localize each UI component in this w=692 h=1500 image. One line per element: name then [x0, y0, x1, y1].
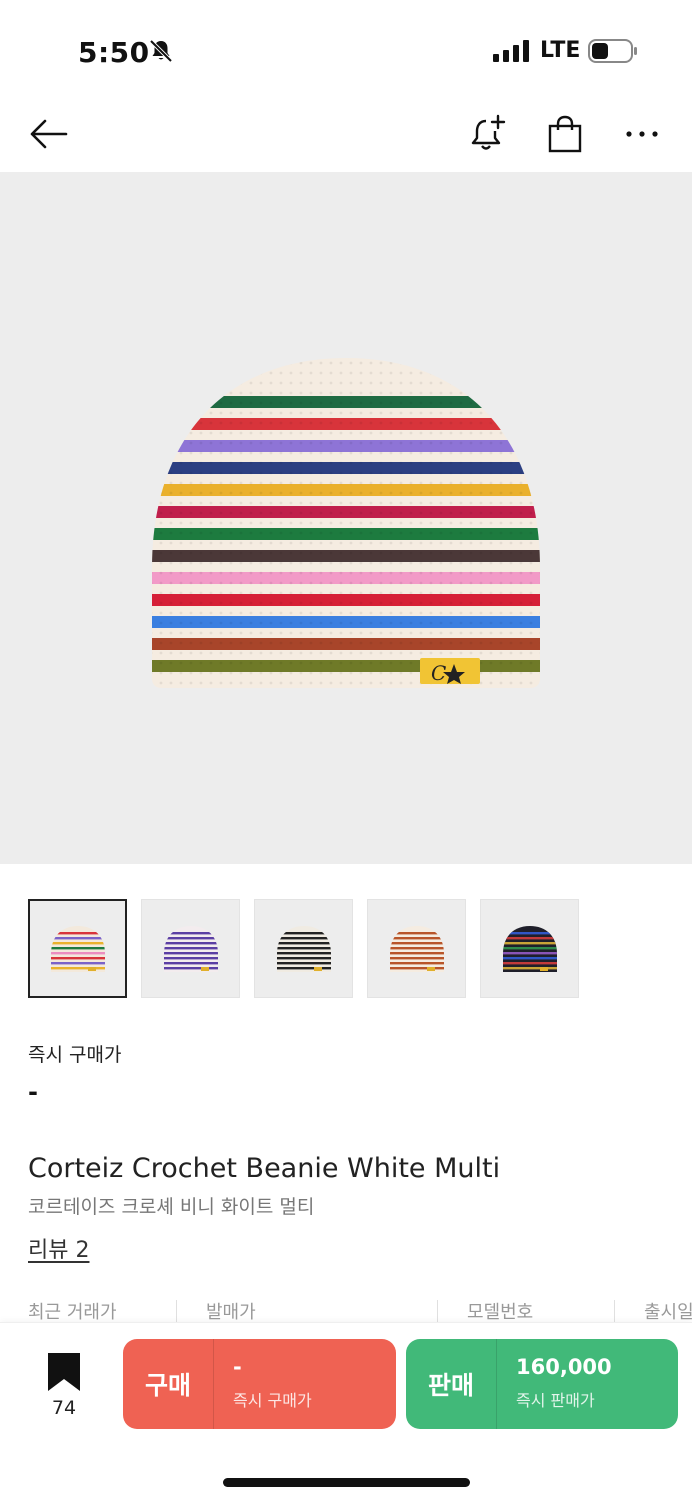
- product-image[interactable]: C: [0, 172, 692, 864]
- buy-button[interactable]: 구매 - 즉시 구매가: [123, 1339, 396, 1429]
- thumbnail-black-white[interactable]: [254, 899, 353, 998]
- sell-button-divider: [496, 1339, 497, 1429]
- buy-button-label: 구매: [144, 1371, 191, 1400]
- buy-button-price: -: [233, 1355, 242, 1379]
- top-nav: [0, 100, 692, 172]
- signal-icon: [493, 40, 529, 62]
- wishlist-button[interactable]: 74: [44, 1353, 84, 1419]
- battery-icon: [588, 39, 638, 63]
- thumbnail-image: [50, 925, 105, 972]
- status-bar: 5:50 LTE: [0, 0, 692, 100]
- bell-off-icon: [148, 38, 174, 64]
- thumbnail-white-brown[interactable]: [367, 899, 466, 998]
- sell-button-sub: 즉시 판매가: [516, 1391, 595, 1410]
- buy-now-price: -: [28, 1078, 38, 1106]
- home-indicator: [223, 1478, 470, 1487]
- product-subtitle: 코르테이즈 크로셰 비니 화이트 멀티: [28, 1196, 315, 1218]
- thumbnail-image: [163, 925, 218, 972]
- sell-button[interactable]: 판매 160,000 즉시 판매가: [406, 1339, 678, 1429]
- info-release-price: 발매가: [206, 1302, 256, 1323]
- more-icon[interactable]: [620, 112, 664, 156]
- wishlist-count: 74: [51, 1397, 77, 1419]
- bookmark-icon: [48, 1353, 80, 1391]
- status-time: 5:50: [78, 36, 150, 69]
- product-title: Corteiz Crochet Beanie White Multi: [28, 1153, 501, 1184]
- review-link[interactable]: 리뷰 2: [28, 1232, 89, 1264]
- back-arrow-icon[interactable]: [26, 112, 70, 156]
- svg-text:C: C: [431, 661, 446, 685]
- info-recent-trade: 최근 거래가: [28, 1302, 117, 1323]
- info-divider: [614, 1300, 615, 1322]
- sell-button-label: 판매: [427, 1371, 474, 1400]
- bell-plus-icon[interactable]: [466, 112, 510, 156]
- thumbnail-white-multi[interactable]: [28, 899, 127, 998]
- buy-now-label: 즉시 구매가: [28, 1044, 122, 1066]
- buy-button-divider: [213, 1339, 214, 1429]
- info-divider: [176, 1300, 177, 1322]
- thumbnail-black-multi[interactable]: [480, 899, 579, 998]
- thumbnail-list: [28, 899, 579, 999]
- thumbnail-image: [276, 925, 331, 972]
- thumbnail-image: [389, 925, 444, 972]
- shopping-bag-icon[interactable]: [543, 112, 587, 156]
- beanie-image: C: [152, 358, 540, 688]
- thumbnail-white-purple[interactable]: [141, 899, 240, 998]
- info-release-date: 출시일: [644, 1302, 692, 1323]
- info-divider: [437, 1300, 438, 1322]
- info-model-number: 모델번호: [467, 1302, 534, 1323]
- bottom-action-bar: 74 구매 - 즉시 구매가 판매 160,000 즉시 판매가: [0, 1322, 692, 1500]
- sell-button-price: 160,000: [516, 1355, 612, 1379]
- buy-button-sub: 즉시 구매가: [233, 1391, 312, 1410]
- thumbnail-image: [502, 925, 557, 972]
- network-label: LTE: [540, 38, 581, 63]
